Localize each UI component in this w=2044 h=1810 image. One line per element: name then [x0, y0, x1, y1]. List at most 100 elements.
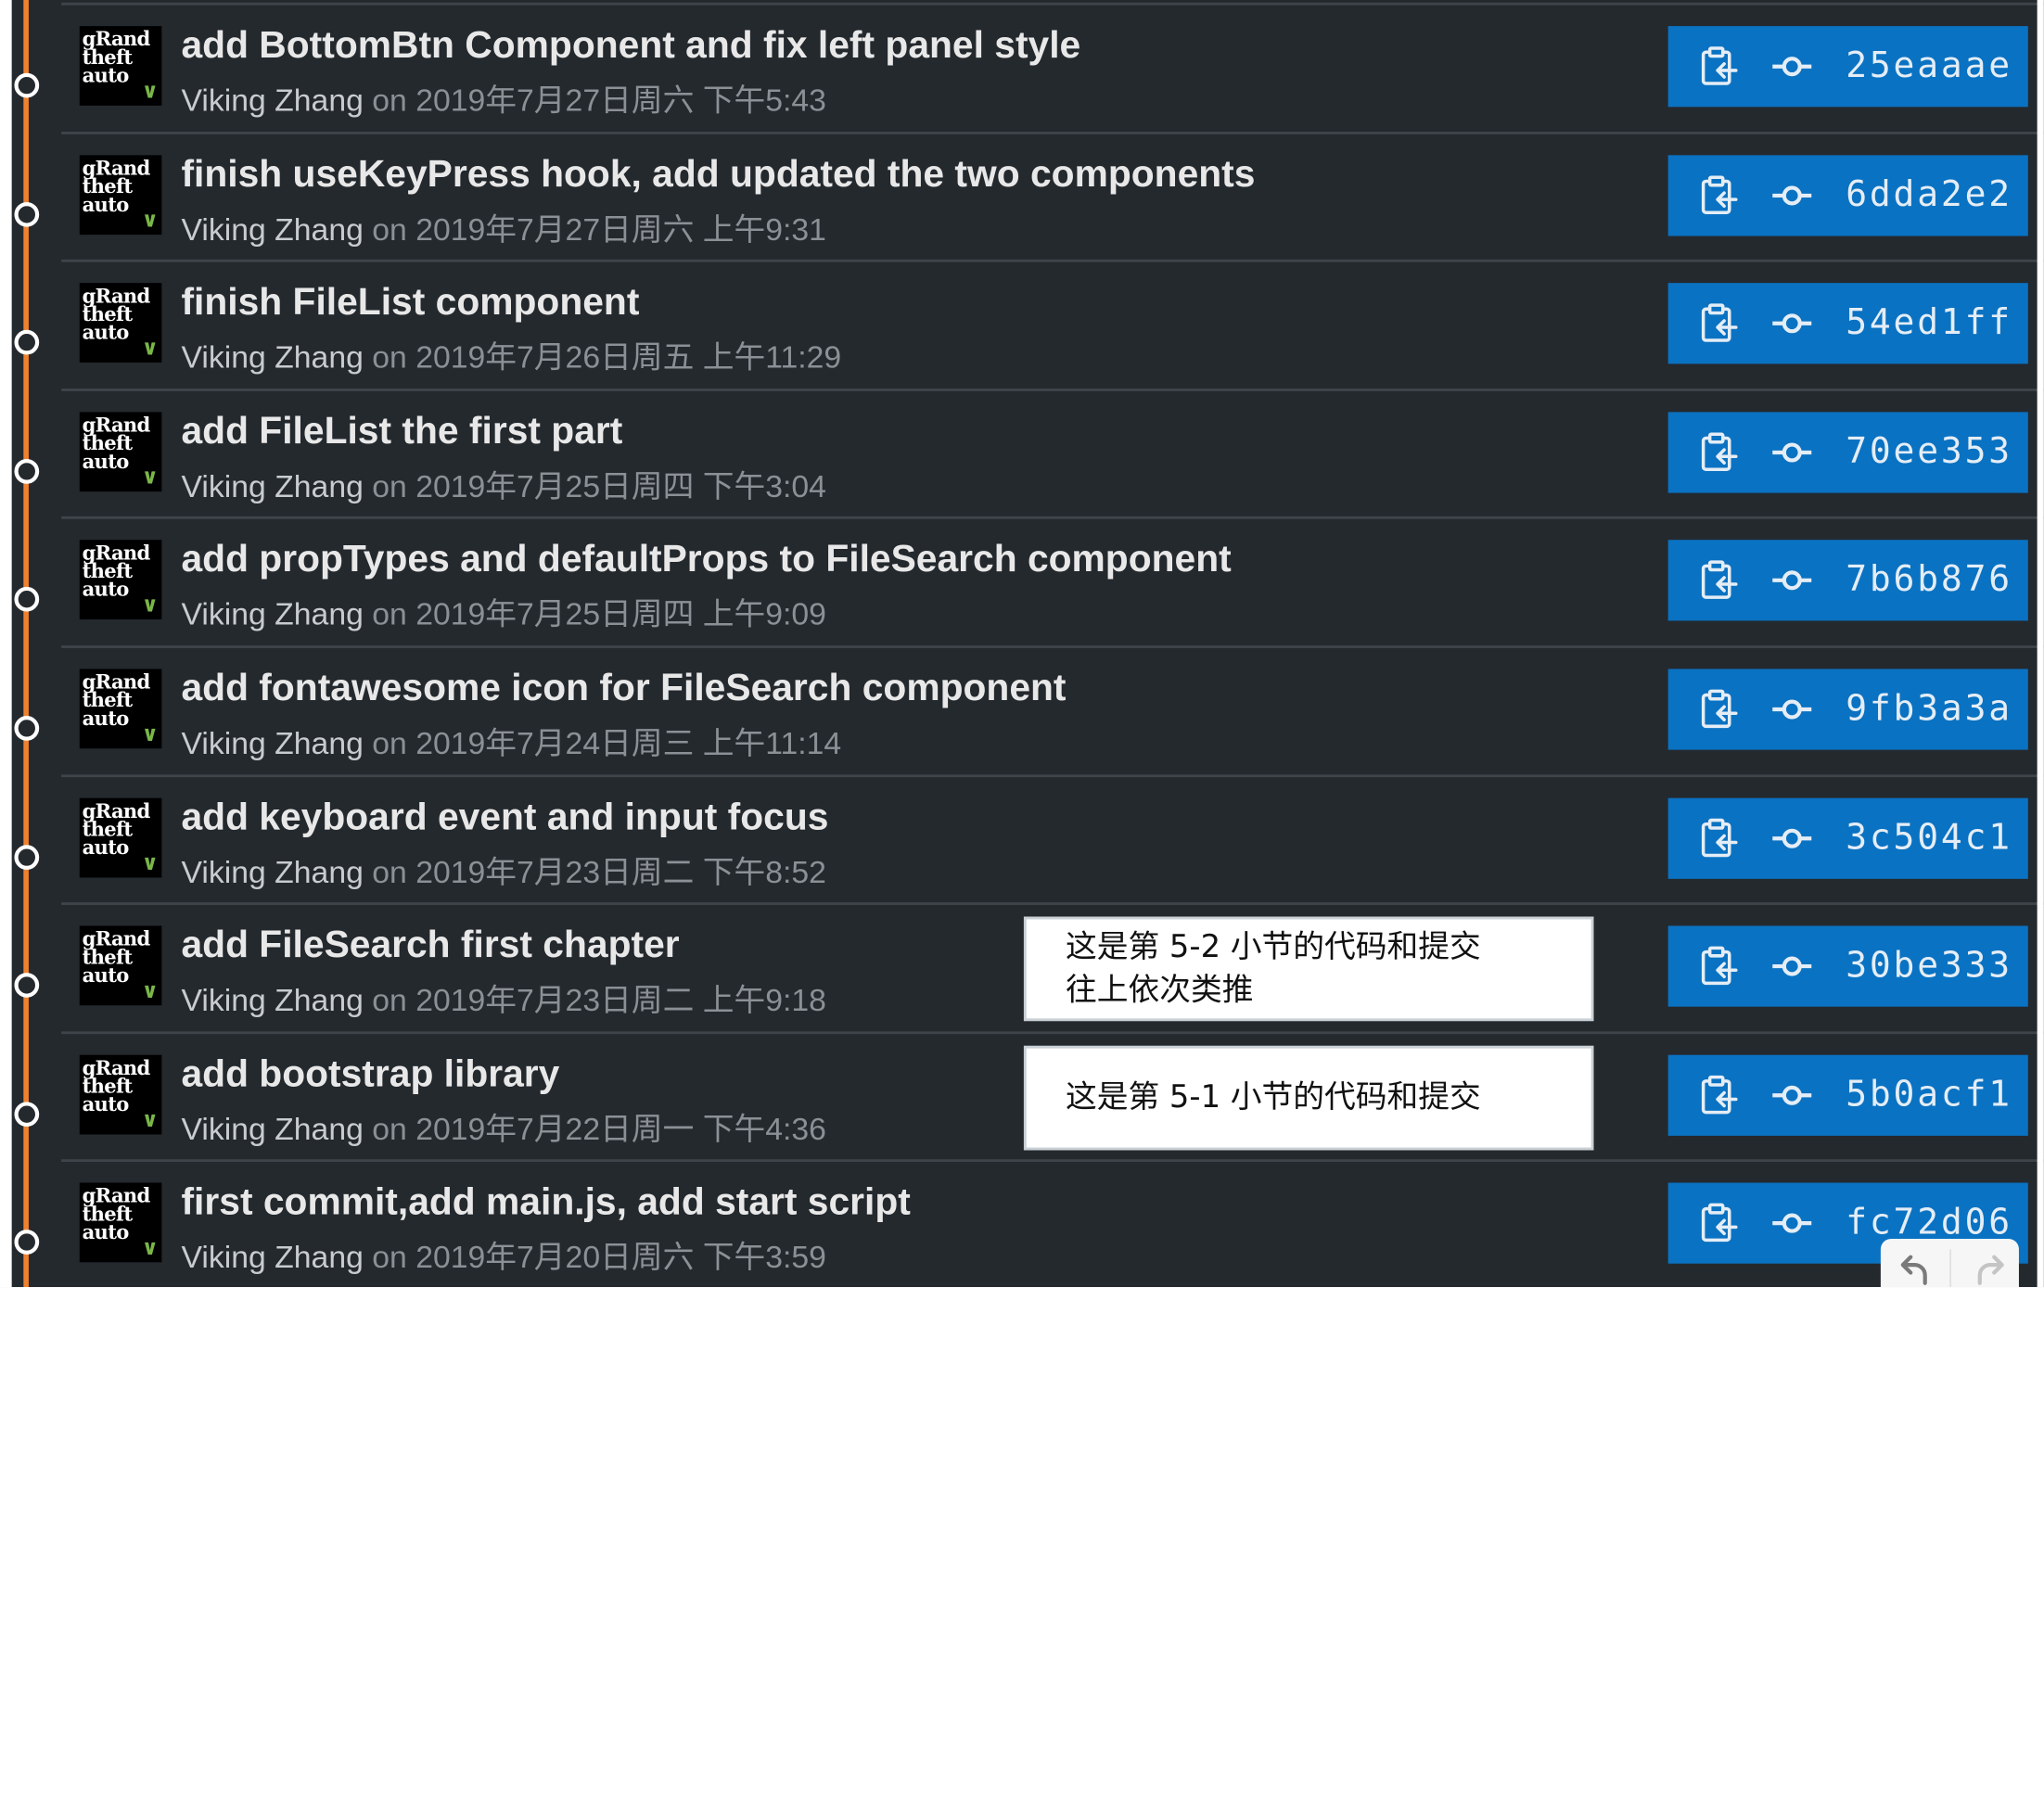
commit-row[interactable]: gRand theft auto ∨ finish useKeyPress hook, … — [0, 134, 2044, 262]
commit-message: first commit,add main.js, add start scri… — [181, 1181, 911, 1224]
commit-message: finish useKeyPress hook, add updated the… — [181, 153, 1256, 196]
commit-sha-button[interactable]: 3c504c1 — [1667, 797, 2028, 879]
commit-sha-button[interactable]: 9fb3a3a — [1667, 669, 2028, 750]
commit-sha[interactable]: 54ed1ff — [1846, 283, 2012, 363]
commit-date: 2019年7月27日周六 下午5:43 — [415, 83, 826, 119]
commit-meta: Viking Zhang on 2019年7月24日周三 上午11:14 — [181, 717, 841, 762]
commit-sha[interactable]: 25eaaae — [1846, 26, 2012, 107]
git-commit-icon — [1772, 699, 1812, 720]
commit-meta: Viking Zhang on 2019年7月20日周六 下午3:59 — [181, 1231, 825, 1277]
commit-sha-button[interactable]: 54ed1ff — [1667, 283, 2028, 364]
clipboard-copy-icon[interactable] — [1699, 1203, 1738, 1244]
avatar: gRand theft auto ∨ — [79, 540, 162, 620]
commit-message: add fontawesome icon for FileSearch comp… — [181, 668, 1067, 710]
commit-on-label: on — [372, 211, 407, 248]
redo-button[interactable] — [1956, 1249, 2013, 1287]
clipboard-copy-icon[interactable] — [1699, 174, 1738, 216]
commit-message: add keyboard event and input focus — [181, 796, 829, 838]
undo-button[interactable] — [1891, 1249, 1948, 1287]
commit-author[interactable]: Viking Zhang — [181, 1112, 363, 1147]
clipboard-copy-icon[interactable] — [1699, 689, 1738, 731]
logo-v-icon: ∨ — [141, 720, 159, 746]
commit-author[interactable]: Viking Zhang — [181, 1241, 363, 1276]
timeline-node-icon — [14, 201, 40, 227]
commit-author[interactable]: Viking Zhang — [181, 340, 363, 376]
git-commit-icon — [1772, 57, 1812, 77]
commit-row[interactable]: gRand theft auto ∨ add BottomBtn Component a… — [0, 6, 2044, 134]
commit-date: 2019年7月20日周六 下午3:59 — [415, 1240, 826, 1276]
commit-row[interactable]: gRand theft auto ∨ add propTypes and default… — [0, 519, 2044, 648]
commit-row[interactable]: gRand theft auto ∨ add bootstrap library Viki… — [0, 1034, 2044, 1163]
commit-sha[interactable]: 70ee353 — [1846, 412, 2012, 492]
logo-v-icon: ∨ — [141, 464, 159, 490]
commit-sha[interactable]: 5b0acf1 — [1846, 1054, 2012, 1135]
commit-meta: Viking Zhang on 2019年7月27日周六 上午9:31 — [181, 203, 825, 249]
logo-v-icon: ∨ — [141, 593, 159, 618]
logo-v-icon: ∨ — [141, 1235, 159, 1261]
logo-v-icon: ∨ — [141, 977, 159, 1003]
commit-author[interactable]: Viking Zhang — [181, 598, 363, 633]
commit-message: add FileSearch first chapter — [181, 924, 680, 967]
logo-v-icon: ∨ — [141, 207, 159, 232]
commit-author[interactable]: Viking Zhang — [181, 855, 363, 890]
annotation-callout: 这是第 5-2 小节的代码和提交 往上依次类推 — [1023, 916, 1594, 1022]
commit-on-label: on — [372, 983, 407, 1019]
commit-row[interactable]: gRand theft auto ∨ add fontawesome icon for … — [0, 648, 2044, 777]
undo-icon — [1900, 1255, 1927, 1285]
commit-sha-button[interactable]: 7b6b876 — [1667, 540, 2028, 621]
clipboard-copy-icon[interactable] — [1699, 45, 1738, 87]
annotation-text: 这是第 5-1 小节的代码和提交 — [1065, 1078, 1481, 1115]
commit-date: 2019年7月27日周六 上午9:31 — [415, 211, 826, 248]
timeline-node-icon — [14, 1102, 40, 1127]
avatar: gRand theft auto ∨ — [79, 26, 162, 106]
clipboard-copy-icon[interactable] — [1699, 946, 1738, 988]
clipboard-copy-icon[interactable] — [1699, 817, 1738, 859]
annotation-text: 往上依次类推 — [1065, 971, 1254, 1009]
timeline-node-icon — [14, 458, 40, 484]
commit-row[interactable]: gRand theft auto ∨ first commit,add main.js,… — [0, 1163, 2044, 1287]
logo-v-icon: ∨ — [141, 335, 159, 361]
avatar: gRand theft auto ∨ — [79, 669, 162, 749]
commit-sha[interactable]: 7b6b876 — [1846, 541, 2012, 621]
commit-on-label: on — [372, 726, 407, 762]
timeline-node-icon — [14, 330, 40, 355]
commit-on-label: on — [372, 597, 407, 633]
commit-row[interactable]: gRand theft auto ∨ add FileList the first pa… — [0, 391, 2044, 520]
avatar: gRand theft auto ∨ — [79, 412, 162, 491]
logo-v-icon: ∨ — [141, 78, 159, 104]
commit-sha[interactable]: 3c504c1 — [1846, 797, 2012, 878]
clipboard-copy-icon[interactable] — [1699, 1075, 1738, 1116]
avatar: gRand theft auto ∨ — [79, 925, 162, 1006]
annotation-callout: 这是第 5-1 小节的代码和提交 — [1023, 1045, 1594, 1151]
commit-author[interactable]: Viking Zhang — [181, 984, 363, 1019]
logo-v-icon: ∨ — [141, 1106, 159, 1132]
commit-row[interactable]: gRand theft auto ∨ finish FileList component… — [0, 262, 2044, 391]
timeline-node-icon — [14, 844, 40, 870]
git-commit-icon — [1772, 828, 1812, 848]
commit-meta: Viking Zhang on 2019年7月23日周二 下午8:52 — [181, 846, 825, 891]
commit-author[interactable]: Viking Zhang — [181, 83, 363, 119]
commit-sha[interactable]: 30be333 — [1846, 926, 2012, 1007]
git-commit-icon — [1772, 442, 1812, 463]
clipboard-copy-icon[interactable] — [1699, 560, 1738, 602]
commit-sha[interactable]: 6dda2e2 — [1846, 155, 2012, 236]
commit-author[interactable]: Viking Zhang — [181, 469, 363, 504]
commit-on-label: on — [372, 1240, 407, 1276]
commit-sha-button[interactable]: 25eaaae — [1667, 26, 2028, 108]
right-edge — [2037, 0, 2044, 1288]
commit-sha-button[interactable]: 5b0acf1 — [1667, 1054, 2028, 1136]
avatar: gRand theft auto ∨ — [79, 1183, 162, 1263]
commit-row[interactable]: gRand theft auto ∨ add FileSearch first chap… — [0, 905, 2044, 1034]
timeline-node-icon — [14, 72, 40, 98]
commit-author[interactable]: Viking Zhang — [181, 726, 363, 761]
commit-row[interactable]: gRand theft auto ∨ add keyboard event and in… — [0, 777, 2044, 906]
clipboard-copy-icon[interactable] — [1699, 303, 1738, 345]
commit-sha[interactable]: 9fb3a3a — [1846, 669, 2012, 749]
git-commit-icon — [1772, 570, 1812, 591]
clipboard-copy-icon[interactable] — [1699, 431, 1738, 473]
screenshot-stage: gRand theft auto ∨ add BottomBtn Component a… — [0, 0, 2044, 1810]
commit-sha-button[interactable]: 70ee353 — [1667, 412, 2028, 493]
commit-sha-button[interactable]: 6dda2e2 — [1667, 154, 2028, 236]
commit-sha-button[interactable]: 30be333 — [1667, 925, 2028, 1007]
commit-author[interactable]: Viking Zhang — [181, 212, 363, 248]
